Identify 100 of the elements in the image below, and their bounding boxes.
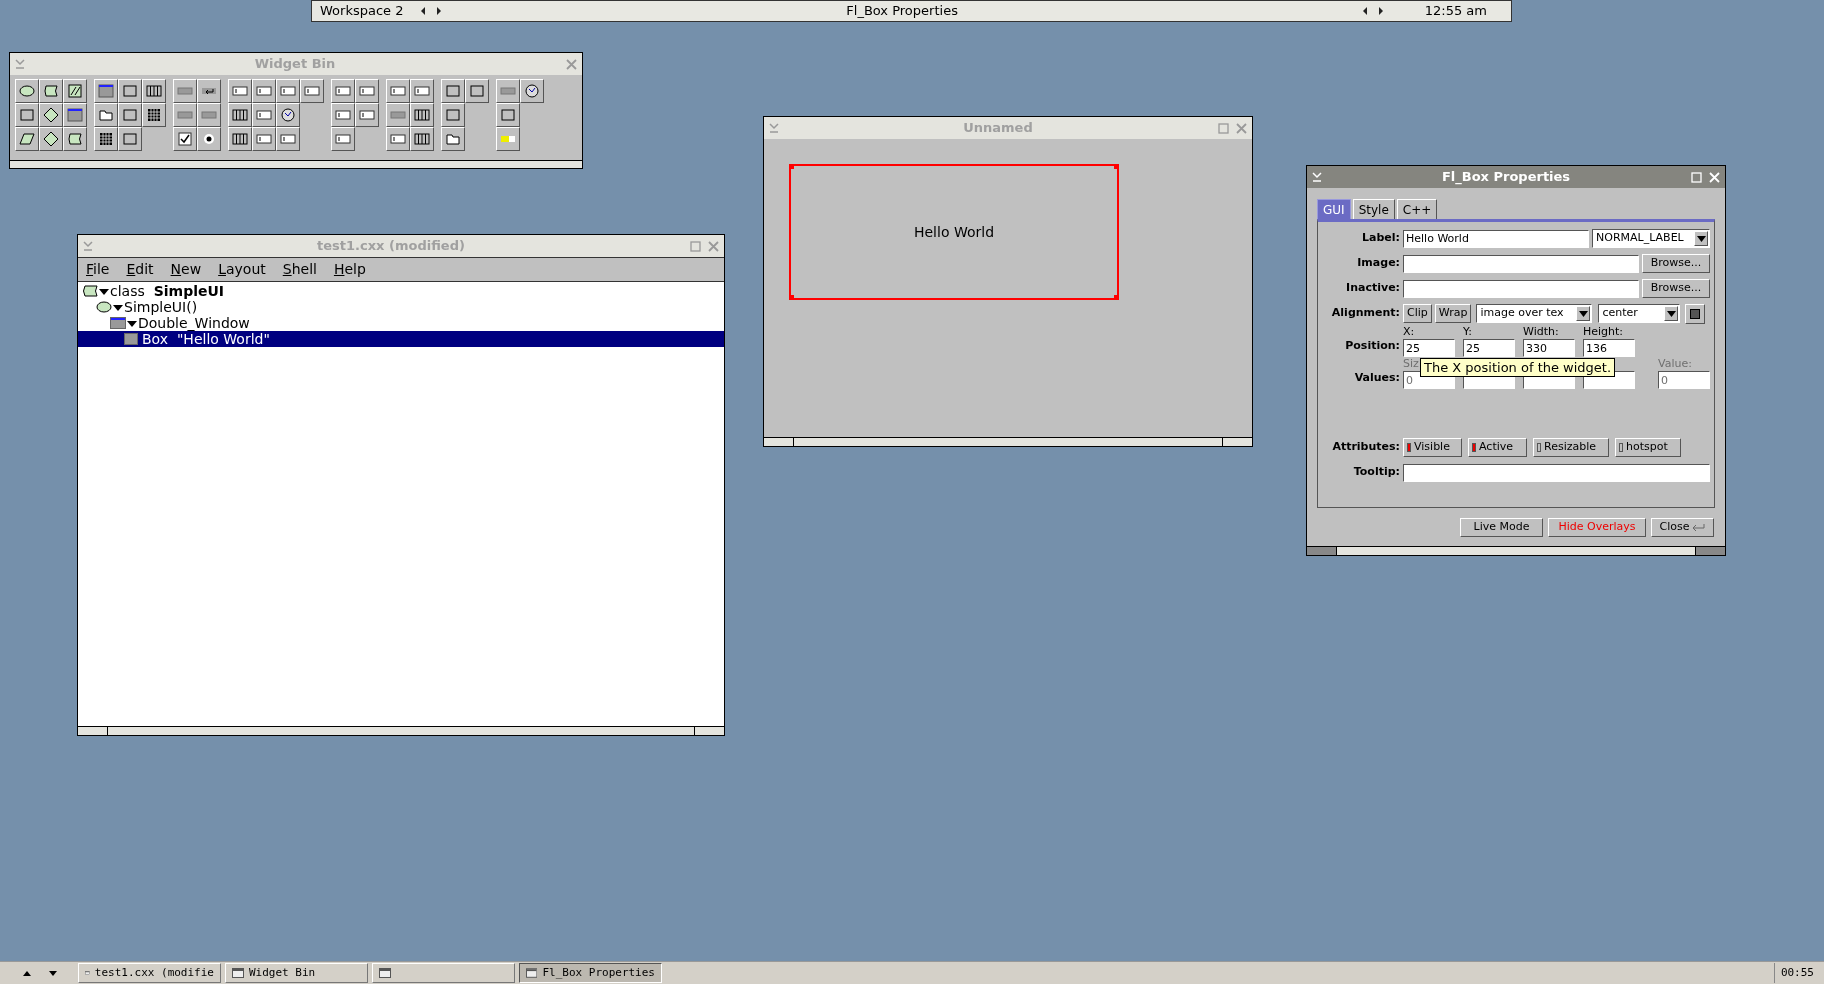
- tree-row[interactable]: Box "Hello World": [78, 331, 724, 347]
- widget-tool-button[interactable]: [63, 127, 87, 151]
- widget-tool-button[interactable]: [197, 103, 221, 127]
- scrollbar[interactable]: [1307, 546, 1725, 555]
- resize-handle[interactable]: [789, 295, 794, 300]
- light-button[interactable]: Visible: [1403, 438, 1462, 457]
- widget-tool-button[interactable]: [441, 103, 465, 127]
- widget-tool-button[interactable]: [276, 79, 300, 103]
- widget-tool-button[interactable]: [386, 79, 410, 103]
- menu-item[interactable]: New: [170, 259, 202, 280]
- widget-tool-button[interactable]: [173, 127, 197, 151]
- widget-tool-button[interactable]: [300, 79, 324, 103]
- resize-handle[interactable]: [1114, 295, 1119, 300]
- widget-tool-button[interactable]: [118, 127, 142, 151]
- browse-button[interactable]: Browse...: [1642, 279, 1710, 298]
- dialog-button[interactable]: Live Mode: [1460, 518, 1543, 537]
- widget-tool-button[interactable]: [228, 79, 252, 103]
- widget-tool-button[interactable]: [173, 79, 197, 103]
- widget-tool-button[interactable]: [276, 103, 300, 127]
- widget-tool-button[interactable]: [15, 103, 39, 127]
- number-field[interactable]: 25: [1463, 339, 1515, 357]
- widget-tool-button[interactable]: [441, 79, 465, 103]
- widget-tool-button[interactable]: [496, 79, 520, 103]
- task-button[interactable]: Fl_Box Properties: [519, 963, 662, 983]
- widget-tool-button[interactable]: [173, 103, 197, 127]
- tree-item-label[interactable]: class SimpleUI: [110, 283, 225, 299]
- menu-item[interactable]: File: [86, 259, 110, 280]
- widget-tool-button[interactable]: [118, 79, 142, 103]
- align-dropdown[interactable]: center: [1598, 304, 1681, 323]
- tree-item-label[interactable]: Box "Hello World": [142, 331, 270, 347]
- number-field[interactable]: 25: [1403, 339, 1455, 357]
- widget-tool-button[interactable]: [39, 127, 63, 151]
- widget-tool-button[interactable]: [331, 127, 355, 151]
- widget-box[interactable]: Hello World: [789, 164, 1119, 300]
- tab[interactable]: Style: [1352, 199, 1395, 219]
- widget-tool-button[interactable]: [252, 79, 276, 103]
- number-field[interactable]: 330: [1523, 339, 1575, 357]
- widget-tool-button[interactable]: [142, 103, 166, 127]
- image-field[interactable]: [1403, 254, 1639, 273]
- scrollbar[interactable]: [764, 437, 1252, 446]
- label-field[interactable]: Hello World: [1403, 229, 1589, 248]
- light-button[interactable]: Resizable: [1533, 438, 1609, 457]
- widget-tool-button[interactable]: [410, 127, 434, 151]
- widget-tool-button[interactable]: [142, 79, 166, 103]
- widget-tool-button[interactable]: [94, 103, 118, 127]
- toggle-button[interactable]: Clip: [1403, 304, 1432, 323]
- tree-item-label[interactable]: Double_Window: [138, 315, 250, 331]
- dialog-button[interactable]: Close: [1651, 518, 1714, 537]
- widget-tool-button[interactable]: [441, 127, 465, 151]
- widget-tool-button[interactable]: [410, 79, 434, 103]
- menu-item[interactable]: Edit: [126, 259, 154, 280]
- widget-tool-button[interactable]: [15, 127, 39, 151]
- tooltip-field[interactable]: [1403, 463, 1710, 482]
- tab[interactable]: GUI: [1317, 199, 1351, 219]
- light-button[interactable]: Active: [1468, 438, 1527, 457]
- tree-row[interactable]: SimpleUI(): [78, 299, 724, 315]
- widget-tool-button[interactable]: [331, 79, 355, 103]
- widget-tool-button[interactable]: [386, 103, 410, 127]
- resize-handle[interactable]: [1114, 164, 1119, 169]
- widget-tool-button[interactable]: [197, 79, 221, 103]
- menu-item[interactable]: Shell: [282, 259, 317, 280]
- next-window-button[interactable]: [1376, 6, 1385, 16]
- image-mode-dropdown[interactable]: image over tex: [1476, 304, 1593, 323]
- scrollbar[interactable]: [78, 726, 724, 735]
- widget-tool-button[interactable]: [118, 103, 142, 127]
- widget-tool-button[interactable]: [252, 103, 276, 127]
- browse-button[interactable]: Browse...: [1642, 254, 1710, 273]
- widget-tool-button[interactable]: [39, 79, 63, 103]
- widget-tool-button[interactable]: [410, 103, 434, 127]
- widget-tool-button[interactable]: [252, 127, 276, 151]
- resize-handle[interactable]: [789, 164, 794, 169]
- widget-tool-button[interactable]: [39, 103, 63, 127]
- widget-tool-button[interactable]: [496, 127, 520, 151]
- widget-tool-button[interactable]: [197, 127, 221, 151]
- widget-tool-button[interactable]: [496, 103, 520, 127]
- toggle-button[interactable]: Wrap: [1434, 304, 1472, 323]
- widget-tool-button[interactable]: [228, 127, 252, 151]
- tree-row[interactable]: class SimpleUI: [78, 283, 724, 299]
- menu-item[interactable]: Layout: [218, 259, 266, 280]
- label-type-dropdown[interactable]: NORMAL_LABEL: [1592, 229, 1710, 248]
- widget-tool-button[interactable]: [15, 79, 39, 103]
- widget-tool-button[interactable]: [63, 79, 87, 103]
- widget-tool-button[interactable]: [94, 127, 118, 151]
- widget-tool-button[interactable]: [331, 103, 355, 127]
- color-button[interactable]: [1685, 303, 1706, 324]
- widget-tool-button[interactable]: [276, 127, 300, 151]
- task-button[interactable]: [372, 963, 515, 983]
- task-button[interactable]: test1.cxx (modifie: [78, 963, 221, 983]
- widget-tool-button[interactable]: [94, 79, 118, 103]
- widget-tool-button[interactable]: [355, 79, 379, 103]
- widget-tool-button[interactable]: [228, 103, 252, 127]
- widget-tool-button[interactable]: [520, 79, 544, 103]
- widget-tool-button[interactable]: [355, 103, 379, 127]
- next-workspace-button[interactable]: [435, 6, 444, 16]
- widget-tool-button[interactable]: [386, 127, 410, 151]
- menu-item[interactable]: Help: [333, 259, 366, 280]
- previous-workspace-button[interactable]: [419, 6, 428, 16]
- widget-tool-button[interactable]: [465, 79, 489, 103]
- task-button[interactable]: Widget Bin: [225, 963, 368, 983]
- widget-tool-button[interactable]: [63, 103, 87, 127]
